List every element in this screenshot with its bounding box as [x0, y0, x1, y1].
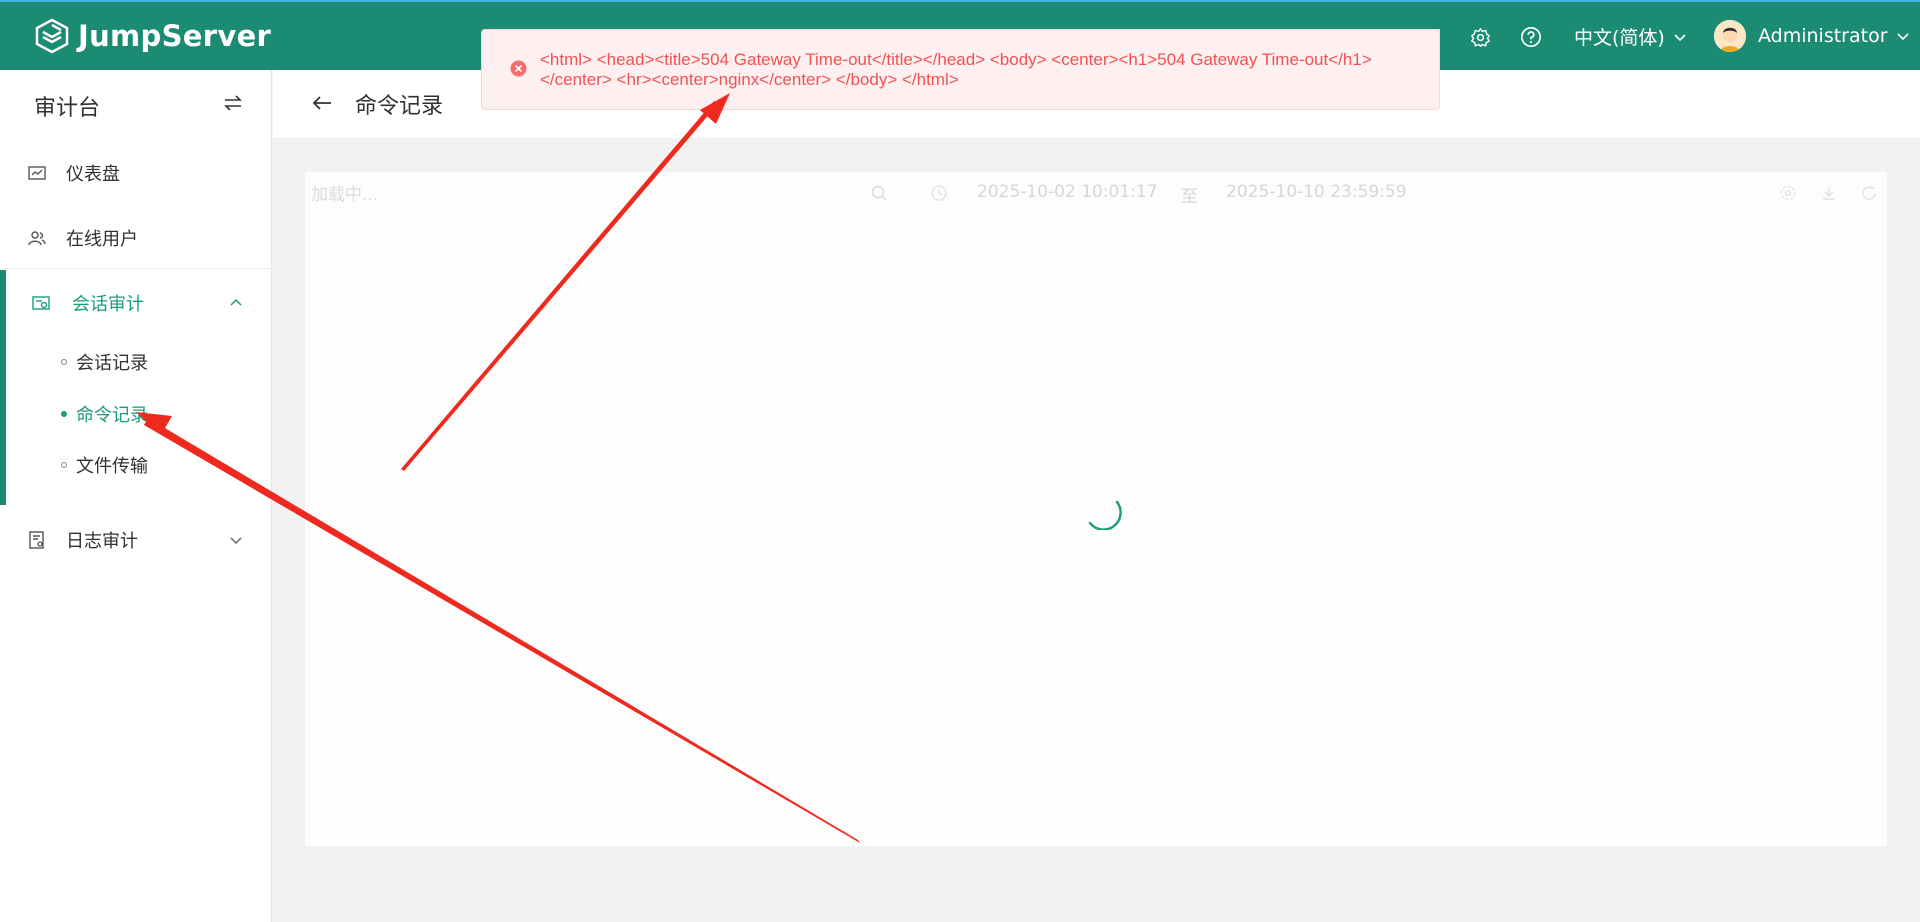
brand-logo[interactable]: JumpServer: [34, 18, 271, 54]
language-selector[interactable]: 中文(简体): [1574, 23, 1687, 50]
sidebar-item-label: 会话审计: [72, 294, 144, 315]
search-icon[interactable]: [870, 184, 888, 202]
bullet-icon: [61, 462, 67, 468]
error-circle-icon: [510, 60, 527, 77]
download-icon[interactable]: [1820, 184, 1838, 202]
date-range-end[interactable]: 2025-10-10 23:59:59: [1226, 182, 1407, 202]
username: Administrator: [1758, 25, 1888, 47]
sidebar-subitem-label: 会话记录: [76, 353, 148, 374]
search-input[interactable]: 加载中...: [311, 180, 378, 205]
switch-view-icon[interactable]: [222, 92, 244, 114]
dashboard-icon: [28, 166, 46, 180]
chevron-up-icon: [230, 298, 242, 306]
alert-message: <html> <head><title>504 Gateway Time-out…: [540, 50, 1372, 89]
refresh-icon[interactable]: [1860, 184, 1878, 202]
sidebar-subitem-label: 命令记录: [76, 405, 148, 426]
back-arrow-icon[interactable]: [309, 90, 335, 116]
date-range-start[interactable]: 2025-10-02 10:01:17: [977, 182, 1158, 202]
sidebar: 审计台 仪表盘 在线用户 会话审计 会话记录 命令记录 文件传输 日志审计: [0, 70, 272, 922]
avatar: [1714, 20, 1746, 52]
log-icon: [29, 531, 44, 549]
sidebar-subitem-session-records[interactable]: 会话记录: [0, 342, 272, 382]
chevron-down-icon: [1674, 33, 1686, 41]
sidebar-item-session-audit[interactable]: 会话审计: [0, 275, 272, 331]
sidebar-subitem-command-records[interactable]: 命令记录: [0, 394, 272, 434]
users-icon: [28, 231, 46, 246]
sidebar-subitem-label: 文件传输: [76, 456, 148, 477]
sidebar-item-online-users[interactable]: 在线用户: [0, 210, 272, 266]
loading-spinner-icon: [1088, 500, 1122, 530]
bullet-icon: [61, 411, 67, 417]
bullet-icon: [61, 359, 67, 365]
settings-gear-icon[interactable]: [1779, 184, 1797, 202]
sidebar-subitem-file-transfer[interactable]: 文件传输: [0, 445, 272, 485]
user-avatar-icon: [1714, 20, 1746, 52]
sidebar-item-label: 仪表盘: [66, 164, 120, 185]
help-icon[interactable]: [1518, 24, 1544, 50]
jumpserver-logo-icon: [35, 18, 69, 54]
sidebar-item-dashboard[interactable]: 仪表盘: [0, 145, 272, 201]
sidebar-item-label: 在线用户: [66, 229, 138, 250]
brand-name: JumpServer: [78, 19, 272, 53]
error-alert: <html> <head><title>504 Gateway Time-out…: [481, 29, 1440, 110]
clock-icon: [931, 185, 947, 201]
content-card: 加载中... 2025-10-02 10:01:17 至 2025-10-10 …: [305, 172, 1887, 846]
chevron-down-icon: [230, 537, 242, 545]
divider: [0, 268, 272, 269]
settings-gear-icon[interactable]: [1467, 24, 1493, 50]
sidebar-title: 审计台: [34, 96, 101, 121]
sidebar-item-log-audit[interactable]: 日志审计: [0, 512, 272, 568]
table-toolbar: 加载中... 2025-10-02 10:01:17 至 2025-10-10 …: [305, 172, 1887, 214]
language-label: 中文(简体): [1574, 27, 1665, 49]
chevron-down-icon: [1896, 33, 1909, 41]
page-title: 命令记录: [355, 94, 444, 119]
user-menu[interactable]: Administrator: [1714, 20, 1910, 52]
session-icon: [32, 296, 50, 310]
sidebar-item-label: 日志审计: [66, 531, 138, 552]
date-range-separator: 至: [1181, 187, 1198, 207]
